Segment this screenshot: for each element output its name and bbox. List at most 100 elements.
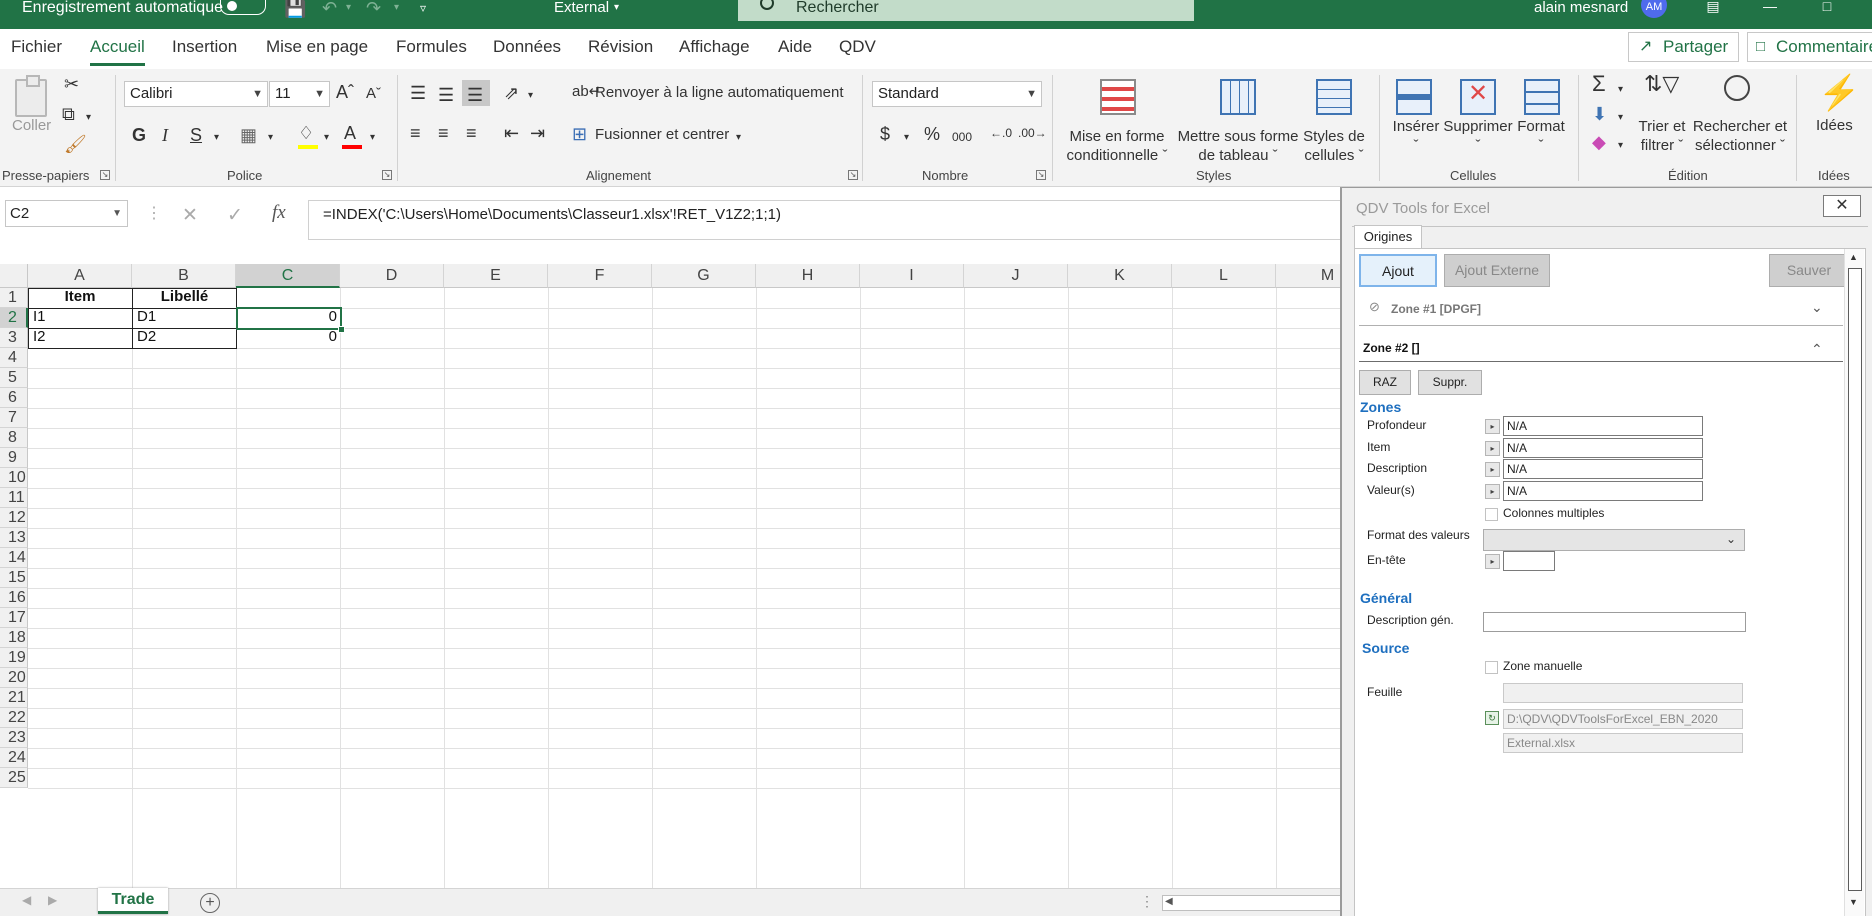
fill-color-icon[interactable]: ♢ bbox=[298, 124, 314, 142]
row-header-2[interactable]: 2 bbox=[0, 308, 28, 328]
comments-button[interactable]: □ Commentaires bbox=[1747, 32, 1872, 62]
clipboard-launcher-icon[interactable]: ↘ bbox=[100, 170, 110, 180]
general-description-field[interactable] bbox=[1483, 612, 1746, 632]
decrease-decimal-icon[interactable]: .00→ bbox=[1018, 124, 1047, 142]
tab-aide[interactable]: Aide bbox=[778, 37, 812, 57]
align-bottom-button[interactable]: ☰ bbox=[462, 80, 490, 106]
zone2-header[interactable]: Zone #2 [] bbox=[1363, 341, 1420, 355]
currency-dropdown-icon[interactable]: ▾ bbox=[904, 129, 909, 147]
source-path-field[interactable]: D:\QDV\QDVToolsForExcel_EBN_2020 bbox=[1503, 709, 1743, 729]
vertical-scrollbar[interactable]: ▲ ▼ bbox=[1844, 249, 1864, 916]
cell-styles-button[interactable]: Styles de cellules ˇ bbox=[1302, 127, 1366, 165]
tab-affichage[interactable]: Affichage bbox=[679, 37, 750, 57]
raz-button[interactable]: RAZ bbox=[1359, 370, 1411, 395]
add-external-button[interactable]: Ajout Externe bbox=[1444, 254, 1550, 287]
select-range-icon[interactable]: ▸ bbox=[1485, 554, 1500, 569]
column-header-g[interactable]: G bbox=[652, 264, 756, 288]
save-button[interactable]: Sauver bbox=[1769, 254, 1849, 287]
description-field[interactable]: N/A bbox=[1503, 459, 1703, 479]
close-icon[interactable]: ✕ bbox=[1823, 195, 1861, 217]
copy-dropdown-icon[interactable]: ▾ bbox=[86, 109, 91, 127]
redo-dropdown-icon[interactable]: ▾ bbox=[394, 0, 399, 16]
column-header-m[interactable]: M bbox=[1276, 264, 1341, 288]
header-field[interactable] bbox=[1503, 551, 1555, 571]
add-sheet-icon[interactable]: + bbox=[200, 893, 220, 913]
fill-dropdown-icon[interactable]: ▾ bbox=[1618, 109, 1623, 127]
font-launcher-icon[interactable]: ↘ bbox=[382, 170, 392, 180]
column-header-d[interactable]: D bbox=[340, 264, 444, 288]
column-header-e[interactable]: E bbox=[444, 264, 548, 288]
row-header-15[interactable]: 15 bbox=[0, 568, 28, 588]
format-as-table-icon[interactable] bbox=[1220, 79, 1256, 115]
depth-field[interactable]: N/A bbox=[1503, 416, 1703, 436]
item-field[interactable]: N/A bbox=[1503, 438, 1703, 458]
sheet-field[interactable] bbox=[1503, 683, 1743, 703]
merge-center-icon[interactable]: ⊞ bbox=[572, 125, 587, 143]
autosum-icon[interactable]: Σ bbox=[1592, 73, 1606, 95]
cancel-entry-icon[interactable]: ✕ bbox=[182, 204, 198, 227]
conditional-formatting-icon[interactable] bbox=[1100, 79, 1136, 115]
multi-columns-checkbox[interactable] bbox=[1485, 508, 1498, 521]
delete-cells-button[interactable]: Supprimer ˇ bbox=[1442, 117, 1514, 155]
delete-zone-button[interactable]: Suppr. bbox=[1418, 370, 1482, 395]
sort-filter-button[interactable]: Trier et filtrer ˇ bbox=[1632, 117, 1692, 155]
row-header-20[interactable]: 20 bbox=[0, 668, 28, 688]
document-name-chevron-icon[interactable]: ▾ bbox=[614, 0, 619, 16]
delete-cells-icon[interactable]: ✕ bbox=[1460, 79, 1496, 115]
manual-zone-checkbox[interactable] bbox=[1485, 661, 1498, 674]
row-header-17[interactable]: 17 bbox=[0, 608, 28, 628]
merge-center-button[interactable]: Fusionner et centrer bbox=[595, 126, 729, 143]
row-header-10[interactable]: 10 bbox=[0, 468, 28, 488]
confirm-entry-icon[interactable]: ✓ bbox=[227, 204, 243, 227]
row-header-21[interactable]: 21 bbox=[0, 688, 28, 708]
column-header-h[interactable]: H bbox=[756, 264, 860, 288]
scroll-left-icon[interactable]: ◀ bbox=[1165, 896, 1173, 907]
maximize-icon[interactable]: □ bbox=[1817, 0, 1837, 14]
sort-filter-icon[interactable]: ⇅▽ bbox=[1644, 73, 1679, 95]
ideas-icon[interactable]: ⚡ bbox=[1818, 75, 1860, 111]
customize-toolbar-icon[interactable]: ▿ bbox=[420, 0, 426, 16]
tab-revision[interactable]: Révision bbox=[588, 37, 653, 57]
row-header-13[interactable]: 13 bbox=[0, 528, 28, 548]
row-header-25[interactable]: 25 bbox=[0, 768, 28, 788]
next-sheet-icon[interactable]: ▶ bbox=[48, 893, 57, 907]
format-cells-button[interactable]: Format ˇ bbox=[1514, 117, 1568, 155]
insert-cells-button[interactable]: Insérer ˇ bbox=[1388, 117, 1444, 155]
row-header-16[interactable]: 16 bbox=[0, 588, 28, 608]
borders-dropdown-icon[interactable]: ▾ bbox=[268, 129, 273, 147]
sheet-tab-trade[interactable]: Trade bbox=[98, 888, 168, 914]
thousands-icon[interactable]: 000 bbox=[952, 128, 972, 146]
tab-insertion[interactable]: Insertion bbox=[172, 37, 237, 57]
borders-icon[interactable]: ▦ bbox=[240, 126, 257, 144]
cell-a3[interactable]: I2 bbox=[29, 325, 132, 349]
cut-icon[interactable]: ✂ bbox=[64, 75, 79, 93]
prev-sheet-icon[interactable]: ◀ bbox=[22, 893, 31, 907]
insert-function-icon[interactable]: fx bbox=[272, 202, 286, 224]
row-header-22[interactable]: 22 bbox=[0, 708, 28, 728]
decrease-indent-icon[interactable]: ⇤ bbox=[504, 124, 519, 142]
number-format-combo[interactable]: Standard ▼ bbox=[872, 81, 1042, 107]
tab-fichier[interactable]: Fichier bbox=[11, 37, 62, 57]
scroll-up-icon[interactable]: ▲ bbox=[1849, 252, 1858, 262]
tab-qdv[interactable]: QDV bbox=[839, 37, 876, 57]
row-header-7[interactable]: 7 bbox=[0, 408, 28, 428]
italic-button[interactable]: I bbox=[162, 126, 168, 144]
fill-icon[interactable]: ⬇ bbox=[1592, 105, 1607, 123]
ribbon-display-options-icon[interactable]: ▤ bbox=[1703, 0, 1723, 14]
row-header-18[interactable]: 18 bbox=[0, 628, 28, 648]
redo-icon[interactable]: ↷ bbox=[366, 0, 381, 17]
orientation-dropdown-icon[interactable]: ▾ bbox=[528, 87, 533, 105]
tab-accueil[interactable]: Accueil bbox=[90, 37, 145, 66]
paste-icon[interactable] bbox=[15, 75, 47, 117]
row-header-19[interactable]: 19 bbox=[0, 648, 28, 668]
font-name-combo[interactable]: Calibri ▼ bbox=[124, 81, 268, 107]
zone1-header[interactable]: Zone #1 [DPGF] bbox=[1391, 302, 1481, 316]
row-header-8[interactable]: 8 bbox=[0, 428, 28, 448]
increase-indent-icon[interactable]: ⇥ bbox=[530, 124, 545, 142]
search-box[interactable]: Rechercher bbox=[738, 0, 1194, 21]
select-all-corner[interactable] bbox=[0, 264, 28, 288]
column-header-i[interactable]: I bbox=[860, 264, 964, 288]
alignment-launcher-icon[interactable]: ↘ bbox=[848, 170, 858, 180]
add-button[interactable]: Ajout bbox=[1359, 254, 1437, 287]
format-as-table-button[interactable]: Mettre sous forme de tableau ˇ bbox=[1175, 127, 1301, 165]
